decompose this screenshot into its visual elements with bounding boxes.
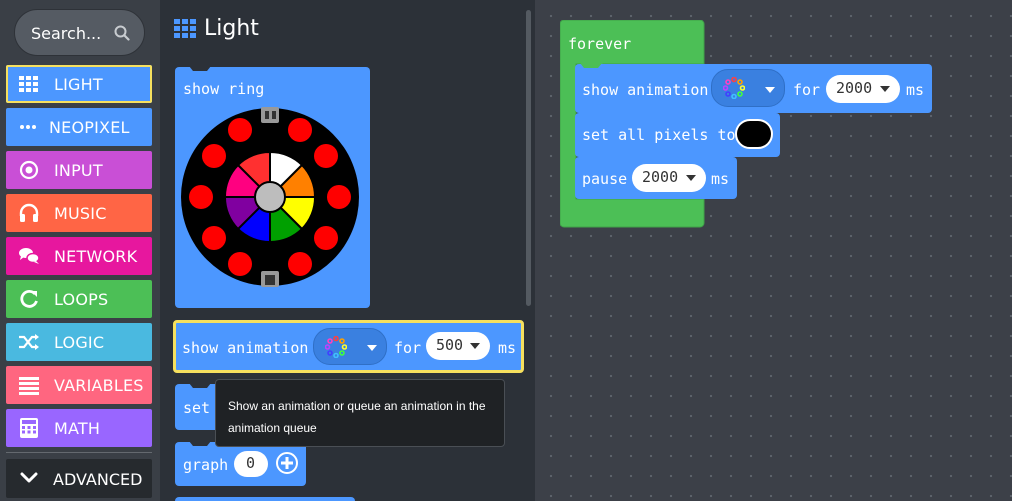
chevron-down-icon [20, 472, 38, 483]
block-label: graph [183, 456, 229, 474]
list-lines-icon [19, 377, 39, 395]
category-neopixel[interactable]: NEOPIXEL [6, 108, 152, 146]
category-label: MATH [54, 419, 101, 438]
code-workspace[interactable]: forever show animation for 2000 ms set a… [535, 0, 1012, 501]
block-tooltip: Show an animation or queue an animation … [215, 379, 505, 447]
category-label: INPUT [54, 161, 103, 180]
duration-value: 2000 [836, 79, 873, 97]
refresh-loop-icon [20, 289, 38, 308]
flyout-scrollbar[interactable] [526, 10, 531, 306]
next-block-peek [175, 497, 355, 501]
category-toolbox: LIGHT NEOPIXEL INPUT MUSIC NETWORK [0, 0, 160, 501]
animation-dropdown[interactable] [313, 328, 387, 365]
neopixel-dots-icon [20, 125, 36, 129]
block-label: show animation [582, 81, 709, 99]
category-light[interactable]: LIGHT [6, 65, 152, 103]
duration-dropdown[interactable]: 500 [426, 332, 490, 360]
duration-value: 2000 [642, 168, 679, 186]
rainbow-ring-icon [325, 336, 347, 358]
graph-value-input[interactable]: 0 [234, 451, 268, 477]
category-music[interactable]: MUSIC [6, 194, 152, 232]
ws-set-all-pixels-block[interactable]: set all pixels to [575, 113, 780, 157]
block-notch [189, 66, 211, 71]
advanced-label: ADVANCED [53, 470, 143, 489]
block-label: show animation [182, 339, 309, 357]
radio-target-icon [19, 160, 39, 180]
graph-block[interactable]: graph 0 [175, 441, 306, 486]
dropdown-caret-icon [470, 343, 480, 349]
animation-dropdown[interactable] [711, 69, 785, 107]
toolbox-divider [6, 452, 152, 453]
for-label: for [394, 339, 422, 357]
forever-label: forever [568, 35, 632, 53]
graph-value: 0 [246, 454, 256, 472]
unit-label: ms [498, 339, 517, 357]
block-label: set [183, 399, 211, 417]
category-math[interactable]: MATH [6, 409, 152, 447]
search-icon[interactable] [114, 25, 130, 41]
category-network[interactable]: NETWORK [6, 237, 152, 275]
ws-pause-block[interactable]: pause 2000 ms [575, 157, 737, 199]
duration-value: 500 [436, 336, 464, 354]
category-input[interactable]: INPUT [6, 151, 152, 189]
category-label: NEOPIXEL [49, 118, 130, 137]
category-label: NETWORK [54, 247, 138, 266]
ws-show-animation-block[interactable]: show animation for 2000 ms [575, 63, 932, 113]
add-plus-icon[interactable] [276, 452, 298, 474]
show-animation-block[interactable]: show animation for 500 ms [173, 320, 524, 373]
category-loops[interactable]: LOOPS [6, 280, 152, 318]
grid-icon [19, 76, 38, 92]
block-notch [189, 383, 211, 388]
unit-label: ms [711, 170, 730, 188]
category-label: LIGHT [54, 75, 103, 94]
block-label: set all pixels to [582, 126, 736, 144]
category-label: MUSIC [54, 204, 107, 223]
dropdown-caret-icon [765, 87, 775, 93]
search-input[interactable] [31, 22, 117, 44]
shuffle-icon [19, 334, 39, 350]
headphones-icon [19, 203, 39, 222]
block-label: pause [582, 170, 628, 188]
rainbow-ring-icon [723, 77, 745, 99]
color-swatch[interactable] [735, 119, 773, 149]
calculator-icon [20, 418, 38, 438]
category-variables[interactable]: VARIABLES [6, 366, 152, 404]
block-label: show ring [183, 80, 265, 98]
duration-dropdown[interactable]: 2000 [826, 75, 900, 103]
advanced-toggle-button[interactable]: ADVANCED [6, 459, 152, 498]
category-label: LOOPS [54, 290, 109, 309]
unit-label: ms [906, 81, 925, 99]
category-logic[interactable]: LOGIC [6, 323, 152, 361]
block-notch [189, 441, 211, 446]
for-label: for [793, 81, 821, 99]
dropdown-caret-icon [686, 175, 696, 181]
search-box[interactable] [14, 9, 145, 56]
flyout-title-text: Light [204, 16, 259, 41]
dropdown-caret-icon [367, 345, 377, 351]
pause-duration-dropdown[interactable]: 2000 [632, 164, 706, 192]
show-ring-block[interactable]: show ring [175, 66, 370, 308]
grid-icon [174, 19, 196, 38]
block-notch [580, 63, 602, 68]
category-label: LOGIC [54, 333, 105, 352]
led-ring-editor[interactable] [181, 101, 359, 293]
chat-bubbles-icon [19, 248, 40, 264]
dropdown-caret-icon [880, 86, 890, 92]
category-label: VARIABLES [54, 376, 144, 395]
